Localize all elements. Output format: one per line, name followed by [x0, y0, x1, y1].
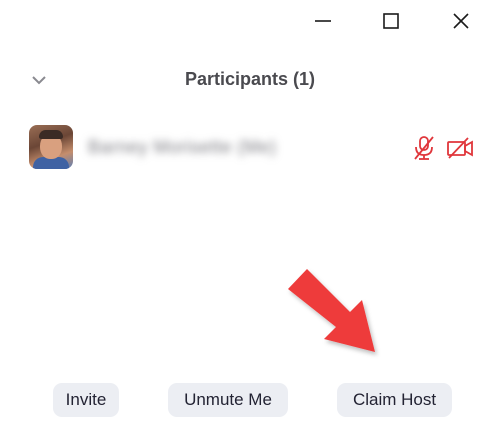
- invite-button[interactable]: Invite: [53, 383, 119, 417]
- avatar-hair: [39, 130, 63, 139]
- title-bar: [0, 0, 498, 44]
- participant-name: Barney Morisette (Me): [88, 137, 277, 157]
- claim-host-button[interactable]: Claim Host: [337, 383, 452, 417]
- panel-title: Participants (1): [184, 69, 316, 89]
- participant-mic-status[interactable]: [410, 134, 438, 162]
- red-arrow-annotation: [280, 262, 390, 362]
- collapse-panel-button[interactable]: [26, 68, 52, 92]
- participants-window: Participants (1) Barney Morisette (Me) I…: [0, 0, 498, 441]
- muted-microphone-icon: [414, 136, 434, 160]
- participant-video-status[interactable]: [446, 134, 474, 162]
- minimize-button[interactable]: [306, 4, 340, 38]
- close-button[interactable]: [444, 4, 478, 38]
- avatar: [29, 125, 73, 169]
- close-icon: [453, 13, 469, 29]
- minimize-icon: [315, 20, 331, 22]
- maximize-button[interactable]: [374, 4, 408, 38]
- participant-row[interactable]: Barney Morisette (Me): [0, 122, 498, 174]
- chevron-down-icon: [32, 76, 46, 85]
- maximize-icon: [383, 13, 399, 29]
- participants-footer: Invite Unmute Me Claim Host: [0, 380, 498, 424]
- video-off-icon: [447, 137, 473, 159]
- red-arrow-icon: [288, 269, 375, 352]
- participants-header: Participants (1): [0, 60, 498, 100]
- unmute-me-button[interactable]: Unmute Me: [168, 383, 288, 417]
